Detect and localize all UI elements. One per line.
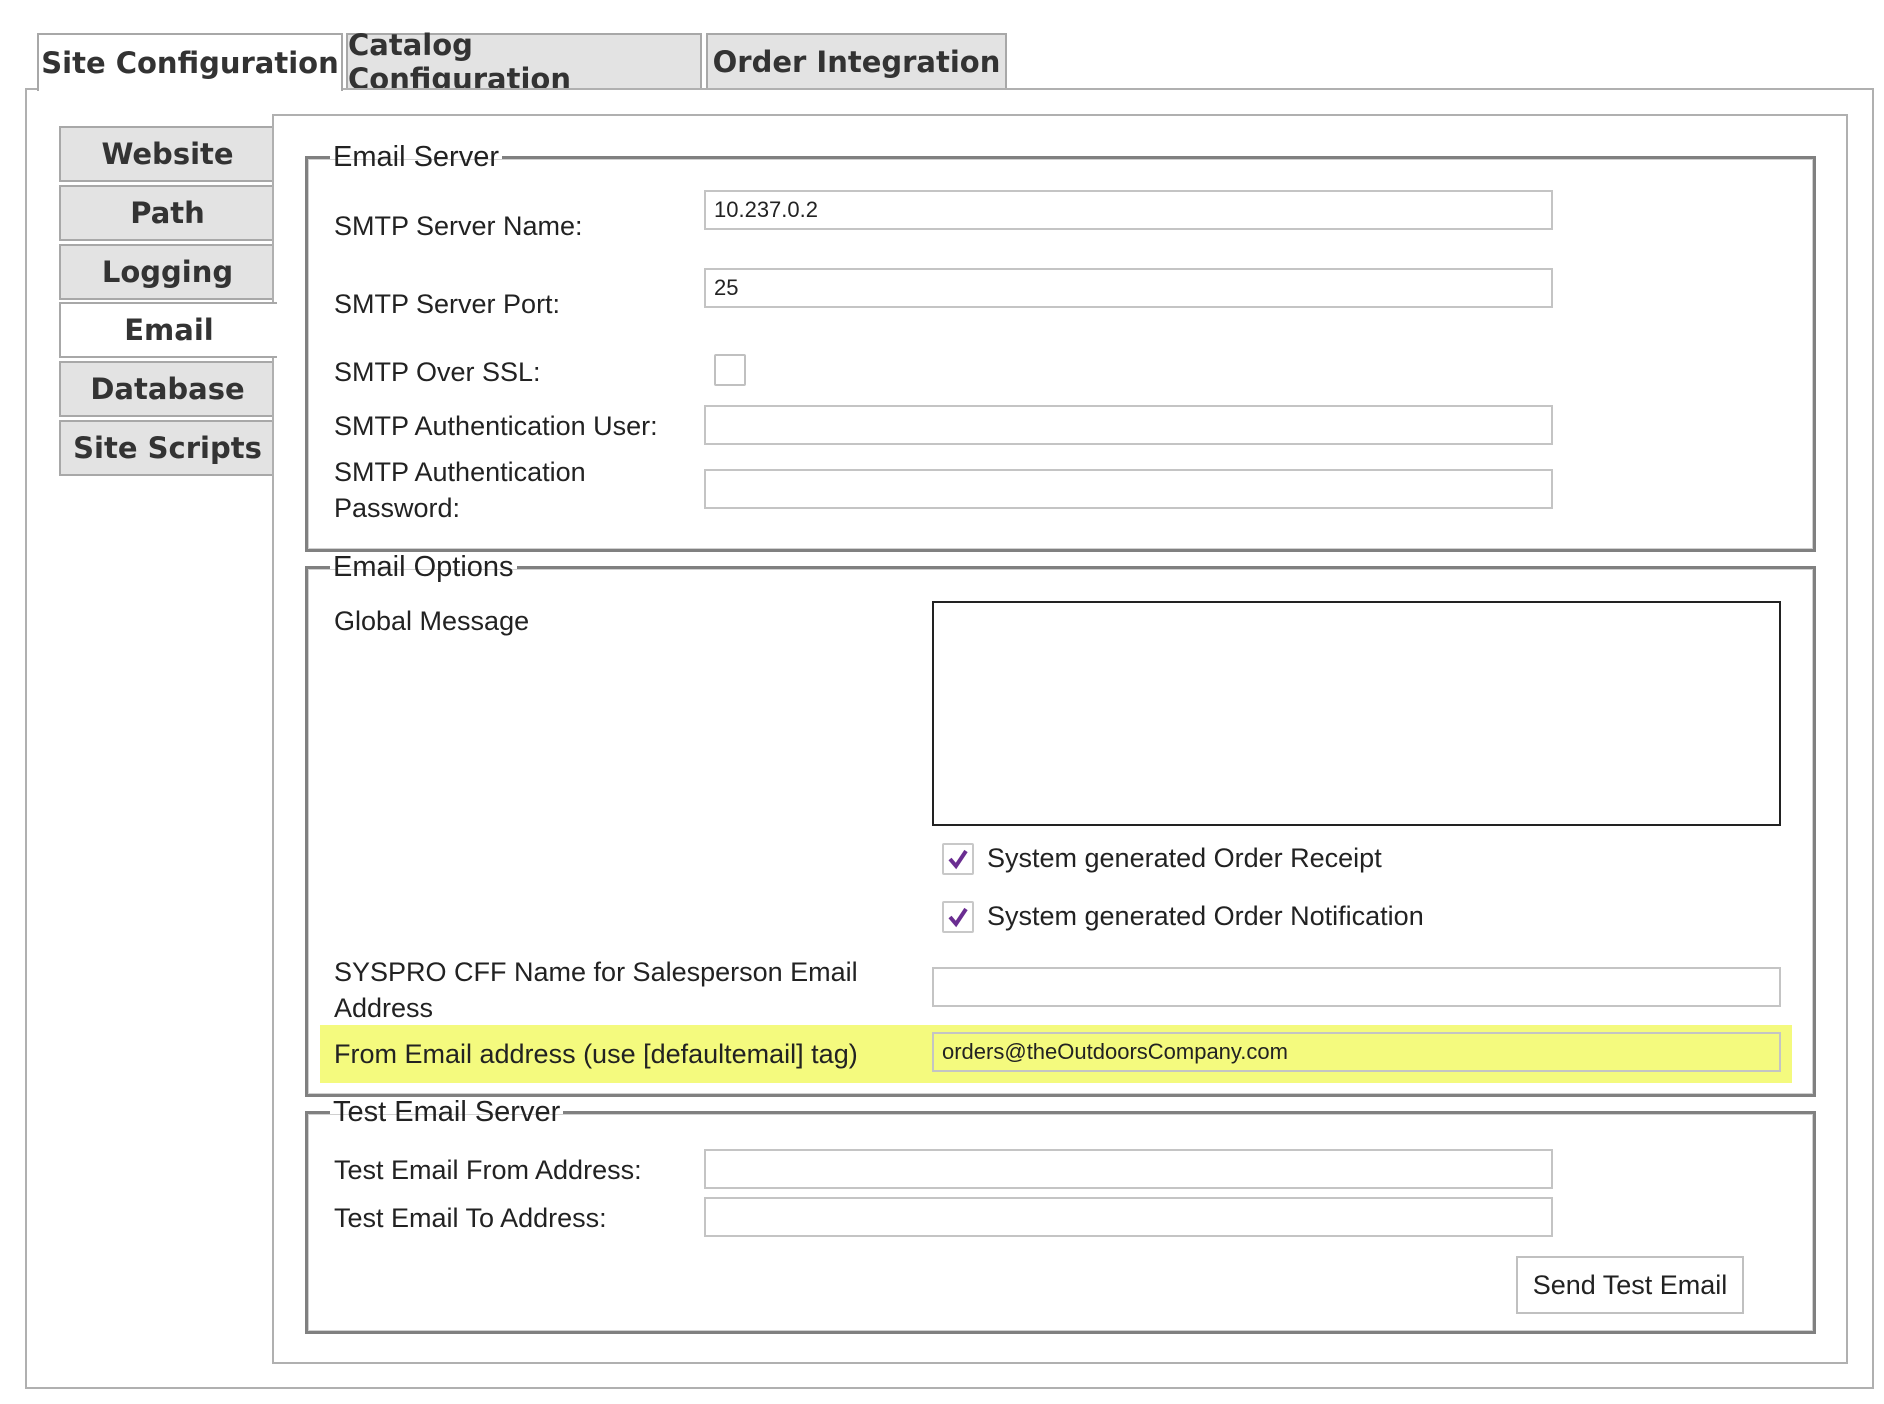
order-notification-label: System generated Order Notification (987, 901, 1424, 931)
tab-order-integration[interactable]: Order Integration (706, 33, 1007, 89)
test-email-to-label: Test Email To Address: (334, 1203, 607, 1233)
smtp-auth-password-label-line2: Password: (334, 493, 461, 523)
side-tab-label: Email (124, 313, 214, 347)
smtp-server-port-label: SMTP Server Port: (334, 289, 561, 319)
side-tab-label: Database (90, 372, 245, 406)
side-tab-label: Website (101, 137, 234, 171)
test-email-from-input[interactable] (704, 1149, 1553, 1189)
smtp-over-ssl-label: SMTP Over SSL: (334, 357, 541, 387)
side-tab-email[interactable]: Email (59, 302, 277, 358)
test-email-server-legend: Test Email Server (333, 1096, 561, 1128)
send-test-email-label: Send Test Email (1532, 1269, 1728, 1300)
order-notification-checkbox[interactable] (942, 901, 974, 933)
side-tab-label: Site Scripts (73, 431, 262, 465)
side-tab-path[interactable]: Path (59, 185, 274, 241)
email-options-legend: Email Options (333, 551, 514, 583)
smtp-auth-user-input[interactable] (704, 405, 1553, 445)
tab-label: Order Integration (712, 45, 1001, 79)
test-email-from-label: Test Email From Address: (334, 1155, 642, 1185)
side-tab-website[interactable]: Website (59, 126, 274, 182)
cff-label-line1: SYSPRO CFF Name for Salesperson Email (334, 957, 858, 987)
tab-site-configuration[interactable]: Site Configuration (37, 33, 343, 91)
smtp-server-name-label: SMTP Server Name: (334, 211, 583, 241)
smtp-over-ssl-checkbox[interactable] (714, 354, 746, 386)
smtp-auth-password-label-line1: SMTP Authentication (334, 457, 586, 487)
smtp-server-name-input[interactable]: 10.237.0.2 (704, 190, 1553, 230)
global-message-textarea[interactable] (932, 601, 1781, 826)
from-email-input[interactable]: orders@theOutdoorsCompany.com (932, 1032, 1781, 1072)
side-tab-site-scripts[interactable]: Site Scripts (59, 420, 274, 476)
tab-catalog-configuration[interactable]: Catalog Configuration (346, 28, 702, 96)
smtp-auth-password-input[interactable] (704, 469, 1553, 509)
smtp-auth-user-label: SMTP Authentication User: (334, 411, 658, 441)
cff-name-input[interactable] (932, 967, 1781, 1007)
email-server-legend: Email Server (333, 141, 499, 173)
cff-label-line2: Address (334, 993, 434, 1023)
side-tab-label: Logging (101, 255, 234, 289)
tab-label: Catalog Configuration (348, 28, 571, 96)
order-receipt-label: System generated Order Receipt (987, 843, 1382, 873)
check-icon (948, 907, 968, 928)
order-receipt-checkbox[interactable] (942, 843, 974, 875)
tab-label: Site Configuration (41, 46, 339, 80)
side-tab-database[interactable]: Database (59, 361, 274, 417)
check-icon (948, 849, 968, 870)
global-message-label: Global Message (334, 606, 530, 636)
side-tab-label: Path (130, 196, 205, 230)
side-tab-logging[interactable]: Logging (59, 244, 274, 300)
send-test-email-button[interactable]: Send Test Email (1516, 1256, 1744, 1314)
from-email-label: From Email address (use [defaultemail] t… (334, 1039, 858, 1069)
test-email-to-input[interactable] (704, 1197, 1553, 1237)
smtp-server-port-input[interactable]: 25 (704, 268, 1553, 308)
